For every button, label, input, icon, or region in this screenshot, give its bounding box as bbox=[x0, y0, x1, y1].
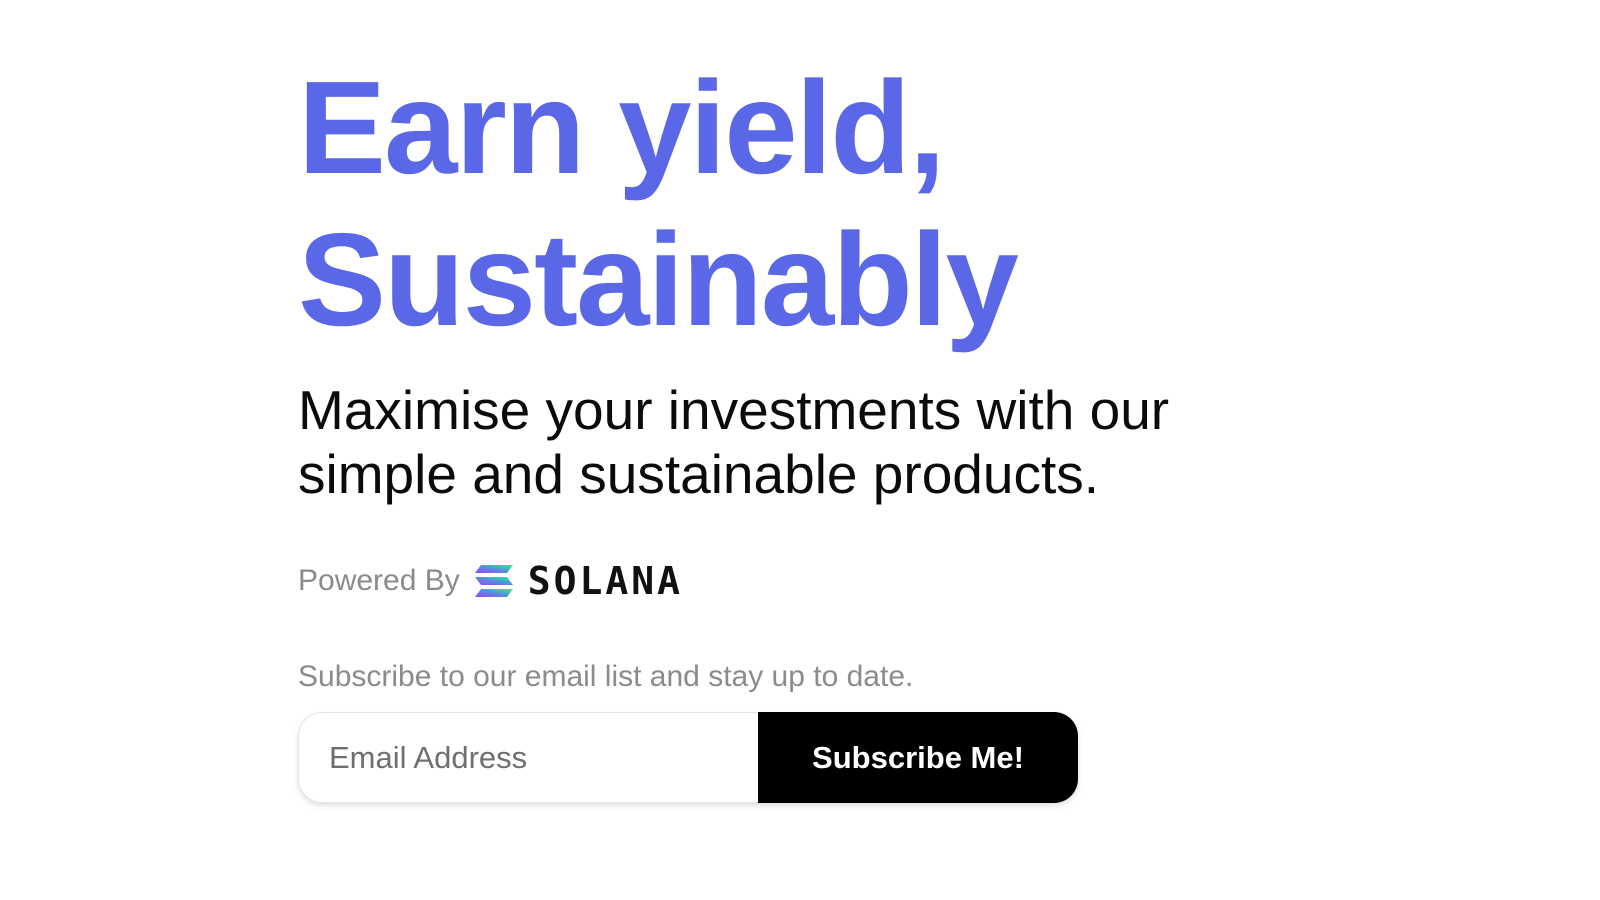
subscribe-form: Subscribe Me! bbox=[298, 712, 1078, 803]
solana-wordmark: SOLANA bbox=[527, 559, 684, 603]
headline-line-2: Sustainably bbox=[298, 206, 1019, 353]
solana-logo-icon bbox=[474, 565, 513, 597]
hero-headline: Earn yield, Sustainably bbox=[298, 52, 1019, 356]
headline-line-1: Earn yield, bbox=[298, 54, 946, 201]
subscribe-button[interactable]: Subscribe Me! bbox=[758, 712, 1078, 803]
hero-subheadline: Maximise your investments with our simpl… bbox=[298, 379, 1170, 505]
subscribe-note: Subscribe to our email list and stay up … bbox=[298, 660, 914, 693]
powered-by-label: Powered By bbox=[298, 564, 460, 597]
powered-by: Powered By SOLANA bbox=[298, 560, 683, 602]
email-input[interactable] bbox=[298, 712, 758, 803]
solana-logo: SOLANA bbox=[474, 560, 683, 602]
